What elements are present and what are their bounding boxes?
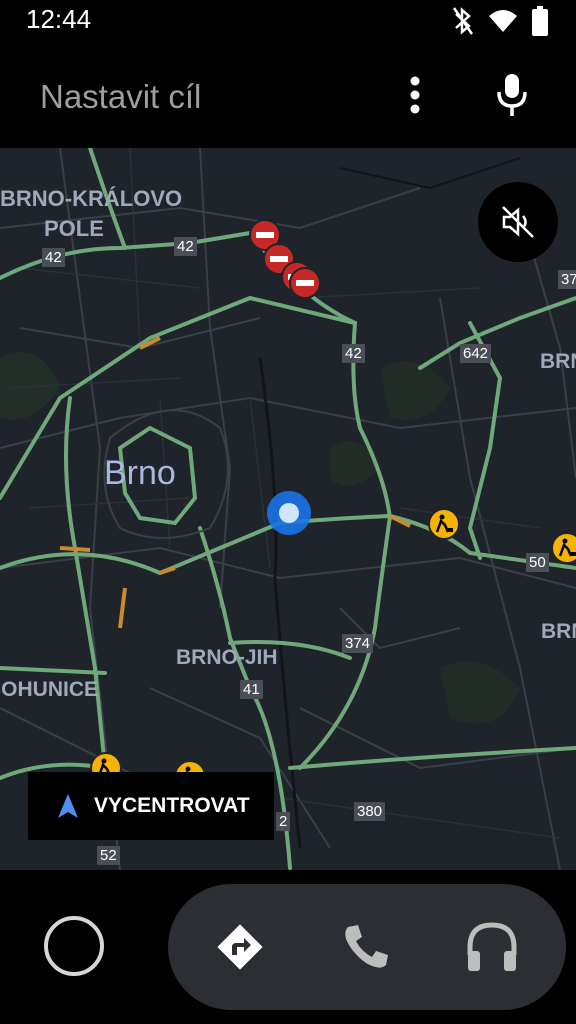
district-label: POLE — [44, 216, 104, 241]
road-shield: 41 — [240, 680, 263, 699]
phone-app-button[interactable] — [336, 917, 396, 977]
city-label: Brno — [104, 454, 176, 492]
navigation-arrow-icon — [58, 794, 78, 818]
road-shield: 2 — [276, 812, 291, 831]
map-view[interactable]: BRNO-KRÁLOVO POLE Brno BRNO-JIH BOHUNICE… — [0, 148, 576, 870]
navigation-app-button[interactable] — [210, 917, 270, 977]
status-time: 12:44 — [26, 4, 92, 34]
top-bar: Nastavit cíl — [0, 40, 576, 148]
microphone-icon — [497, 74, 527, 116]
home-button[interactable] — [44, 916, 104, 976]
voice-search-button[interactable] — [490, 70, 534, 120]
road-shield: 42 — [42, 248, 65, 267]
district-label: BRNO-JIH — [176, 646, 278, 669]
road-shield: 380 — [354, 802, 386, 821]
battery-icon — [532, 6, 548, 36]
recenter-label: VYCENTROVAT — [94, 794, 250, 817]
navigation-icon — [217, 924, 263, 970]
status-icons — [452, 6, 548, 36]
volume-off-icon — [502, 206, 534, 238]
roadwork-icon[interactable] — [551, 532, 576, 564]
more-vert-icon — [410, 76, 420, 114]
road-shield: 37 — [558, 270, 576, 289]
mute-button[interactable] — [478, 182, 558, 262]
more-options-button[interactable] — [398, 70, 432, 120]
road-shield: 42 — [174, 237, 197, 256]
bottom-nav-bar — [0, 870, 576, 1024]
phone-icon — [345, 925, 388, 968]
district-label: BOHUNICE — [0, 678, 99, 701]
status-bar: 12:44 — [0, 0, 576, 40]
recenter-button[interactable]: VYCENTROVAT — [28, 772, 274, 840]
roadwork-icon[interactable] — [428, 508, 460, 540]
current-location-icon — [267, 491, 311, 535]
wifi-icon — [489, 10, 517, 32]
district-label: BRNO-KRÁLOVO — [0, 186, 183, 211]
road-shield: 642 — [460, 344, 492, 363]
road-shield: 42 — [342, 344, 365, 363]
headphones-icon — [467, 922, 517, 971]
road-closure-icon[interactable] — [288, 266, 322, 300]
bluetooth-icon — [452, 7, 474, 35]
road-shield: 374 — [342, 634, 374, 653]
district-label: BRN — [541, 620, 576, 643]
app-switcher — [168, 884, 566, 1010]
audio-app-button[interactable] — [462, 917, 522, 977]
destination-search-field[interactable]: Nastavit cíl — [40, 78, 201, 116]
road-shield: 52 — [97, 846, 120, 865]
road-shield: 50 — [526, 553, 549, 572]
district-label: BRN — [540, 350, 576, 373]
